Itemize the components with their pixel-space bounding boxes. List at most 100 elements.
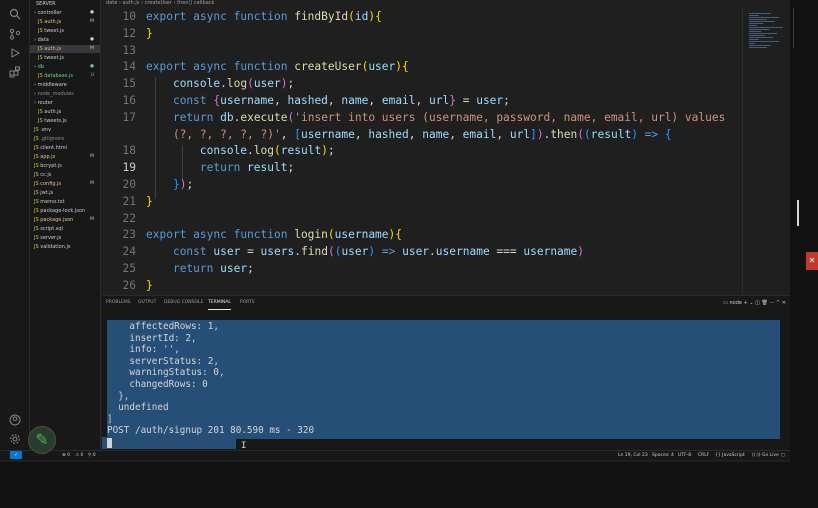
file-item[interactable]: JS tweet.js — [30, 27, 100, 35]
file-item[interactable]: JS jwt.js — [30, 189, 100, 197]
tab-output[interactable]: OUTPUT — [138, 296, 156, 310]
code-token: [ — [294, 127, 301, 141]
tab-debug-console[interactable]: DEBUG CONSOLE — [164, 296, 203, 310]
warnings-count[interactable]: ⚠ 0 — [75, 451, 83, 460]
file-item[interactable]: JS auth.js — [30, 108, 100, 116]
new-terminal-icon[interactable]: + ⌄ — [744, 300, 756, 306]
encoding[interactable]: UTF-8 — [678, 451, 691, 460]
file-item[interactable]: JS tweet.js — [30, 54, 100, 62]
tree-item-label: tweet.js — [44, 55, 64, 61]
folder-item[interactable]: › node_modules — [30, 90, 100, 98]
file-item[interactable]: JS auth.js M — [30, 18, 100, 26]
code-token: ( — [247, 77, 254, 91]
shell-label[interactable]: node — [730, 300, 742, 306]
tab-terminal[interactable]: TERMINAL — [208, 296, 231, 310]
source-control-icon[interactable] — [8, 28, 22, 42]
code-line[interactable]: 20 }); — [102, 176, 742, 193]
code-token: const — [172, 245, 214, 259]
line-ending[interactable]: CRLF — [698, 451, 709, 460]
bell-icon[interactable]: ◻ — [781, 451, 785, 460]
close-icon[interactable]: ✕ — [782, 300, 786, 306]
file-item[interactable]: JS .env — [30, 126, 100, 134]
code-line[interactable]: 25 return user; — [102, 260, 742, 277]
code-line[interactable]: 21} — [102, 193, 742, 210]
code-token: username — [334, 228, 389, 242]
file-item[interactable]: JS script.sql — [30, 225, 100, 233]
file-item[interactable]: JS tweets.js — [30, 117, 100, 125]
file-item[interactable]: JS client.html — [30, 144, 100, 152]
code-line[interactable]: 26} — [102, 277, 742, 294]
code-line[interactable]: 10 export async function findById(id){ — [102, 8, 742, 25]
file-item[interactable]: JS config.js M — [30, 180, 100, 188]
file-item[interactable]: JS .gitignore — [30, 135, 100, 143]
file-item[interactable]: JS bcrypt.js — [30, 162, 100, 170]
run-debug-icon[interactable] — [8, 47, 22, 61]
code-line[interactable]: 22 — [102, 210, 742, 227]
file-item[interactable]: JS server.js — [30, 234, 100, 242]
file-item[interactable]: JS package.json M — [30, 216, 100, 224]
account-icon[interactable] — [8, 414, 22, 428]
code-line[interactable]: 23 export async function login(username){ — [102, 226, 742, 243]
ports-count[interactable]: ⚲ 0 — [88, 451, 96, 460]
indentation[interactable]: Spaces: 4 — [652, 451, 674, 460]
code-token: user — [402, 245, 430, 259]
code-token: url — [429, 94, 450, 107]
code-token: ) — [536, 127, 544, 141]
gear-icon[interactable] — [8, 433, 22, 447]
code-token: } — [449, 94, 456, 107]
code-line[interactable]: 14 export async function createUser(user)… — [102, 58, 742, 75]
errors-count[interactable]: ⊗ 0 — [62, 451, 70, 460]
code-line[interactable]: 15 console.log(user); — [102, 75, 742, 92]
tree-item-label: package.json — [40, 217, 74, 223]
file-item[interactable]: JS memo.txt — [30, 198, 100, 206]
minimap-line — [749, 33, 777, 34]
code-line[interactable]: 24 const user = users.find((user) => use… — [102, 243, 742, 260]
tab-ports[interactable]: PORTS — [240, 296, 255, 310]
minimap[interactable] — [742, 7, 790, 295]
tab-problems[interactable]: PROBLEMS — [106, 296, 131, 310]
file-item[interactable]: JS database.js U — [30, 72, 100, 80]
code-line[interactable]: 12} — [102, 25, 742, 42]
cursor-position[interactable]: Ln 19, Col 23 — [618, 451, 648, 460]
terminal-output[interactable]: affectedRows: 1, insertId: 2, info: '', … — [107, 320, 780, 439]
tree-item-label: config.js — [40, 181, 62, 187]
pen-tool-icon[interactable]: ✎ — [28, 426, 56, 454]
folder-item[interactable]: › db ● — [30, 63, 100, 71]
code-line[interactable]: 19 return result; — [102, 159, 742, 176]
code-line[interactable]: 16 const {username, hashed, name, email,… — [102, 92, 742, 109]
folder-item[interactable]: › middleware — [30, 81, 100, 89]
folder-item[interactable]: › controller ● — [30, 9, 100, 17]
language-mode[interactable]: {} JavaScript — [715, 451, 745, 460]
scroll-thumb[interactable] — [797, 200, 799, 226]
code-line[interactable]: (?, ?, ?, ?, ?)', [username, hashed, nam… — [102, 126, 742, 143]
file-item[interactable]: JS package-lock.json — [30, 207, 100, 215]
extensions-icon[interactable] — [8, 66, 22, 80]
breadcrumb-item[interactable]: createUser — [145, 0, 172, 6]
file-item[interactable]: JS auth.js M — [30, 45, 100, 53]
code-text: return result; — [146, 159, 294, 176]
breadcrumb-item[interactable]: data — [106, 0, 117, 6]
breadcrumb-item[interactable]: auth.js — [122, 0, 139, 6]
code-line[interactable]: 18 console.log(result); — [102, 142, 742, 159]
file-item[interactable]: JS cc.js — [30, 171, 100, 179]
file-item[interactable]: JS validation.js — [30, 243, 100, 251]
file-item[interactable]: JS app.js M — [30, 153, 100, 161]
code-token: async — [193, 228, 234, 242]
explorer-sidebar: SERVER › controller ● JS auth.js M JS tweet.… — [30, 0, 101, 450]
go-live[interactable]: ((·)) Go Live — [752, 451, 779, 460]
folder-item[interactable]: › router — [30, 99, 100, 107]
code-token: return — [172, 110, 221, 124]
code-line[interactable]: 13 — [102, 42, 742, 59]
code-token: { — [395, 228, 403, 242]
breadcrumb-item[interactable]: then() callback — [177, 0, 214, 6]
remote-indicator[interactable]: ✓ — [10, 451, 22, 459]
folder-item[interactable]: › data ● — [30, 36, 100, 44]
code-line[interactable]: 17 return db.execute('insert into users … — [102, 109, 742, 126]
code-token: username — [435, 245, 490, 259]
tree-item-label: controller — [37, 10, 62, 16]
search-icon[interactable] — [8, 8, 22, 22]
mic-muted-icon[interactable]: ✕ — [806, 252, 818, 270]
code-editor[interactable]: 10 export async function findById(id){12}… — [102, 7, 742, 295]
line-number: 23 — [122, 228, 136, 242]
code-token: log — [226, 77, 248, 91]
